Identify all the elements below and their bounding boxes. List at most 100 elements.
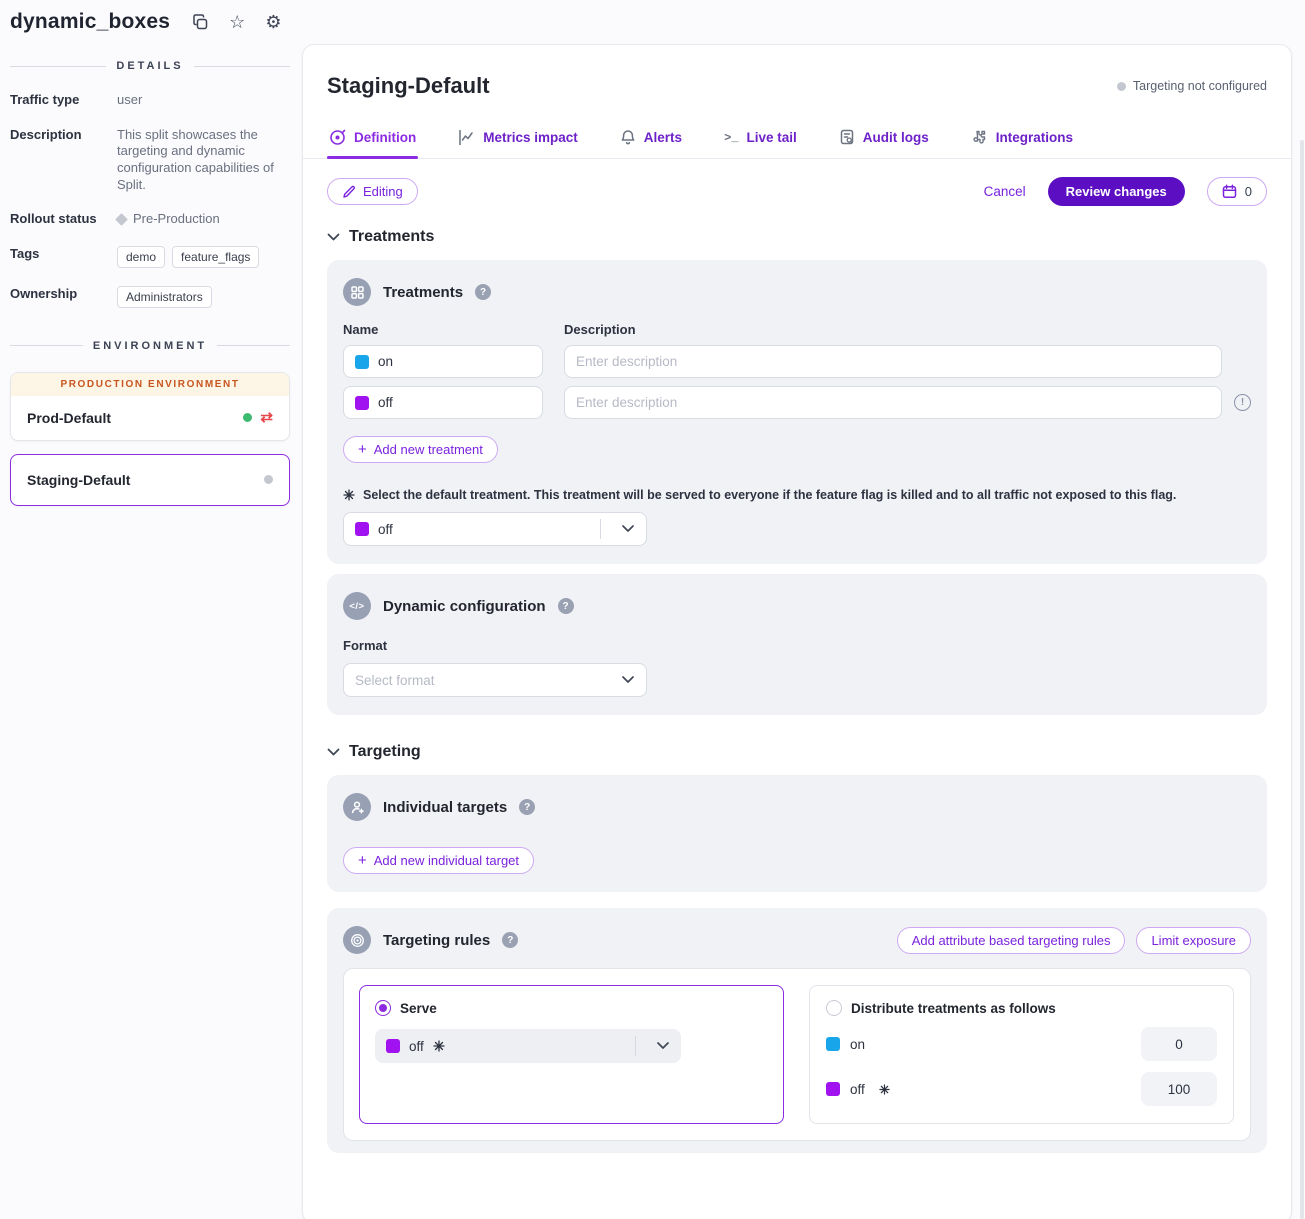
tab-audit-logs[interactable]: Audit logs (837, 119, 931, 158)
review-changes-button[interactable]: Review changes (1048, 177, 1185, 206)
description-row: Description This split showcases the tar… (10, 127, 290, 194)
distribute-option-panel: Distribute treatments as follows on off (809, 985, 1234, 1124)
env-status-dot-gray (264, 475, 273, 484)
metrics-impact-icon (458, 129, 475, 146)
serve-radio-option[interactable]: Serve (375, 1000, 768, 1016)
add-attribute-rules-button[interactable]: Add attribute based targeting rules (897, 927, 1126, 954)
default-treatment-select[interactable]: off (343, 512, 647, 546)
main-panel: Staging-Default Targeting not configured… (302, 44, 1292, 1219)
treatment-name-field[interactable] (343, 386, 543, 419)
distribute-row: off (826, 1072, 1217, 1106)
chevron-down-icon (327, 748, 340, 757)
treatments-grid-icon (343, 278, 371, 306)
gear-icon[interactable]: ⚙ (265, 13, 281, 31)
audit-logs-icon (839, 129, 855, 146)
terminal-icon: >_ (724, 131, 738, 145)
targeting-status: Targeting not configured (1117, 79, 1267, 93)
distribute-label: Distribute treatments as follows (851, 1001, 1056, 1016)
treatment-color-swatch (355, 355, 369, 369)
individual-targets-help-icon[interactable]: ? (519, 799, 535, 815)
tab-alerts[interactable]: Alerts (618, 119, 684, 158)
traffic-type-value: user (117, 92, 142, 109)
info-icon[interactable]: ! (1234, 394, 1251, 411)
targeting-rules-card: Targeting rules ? Add attribute based ta… (327, 908, 1267, 1153)
targeting-rules-title: Targeting rules (383, 932, 490, 949)
treatment-description-field[interactable] (564, 386, 1222, 419)
scrollbar[interactable] (1300, 140, 1304, 1219)
rollout-status-label: Rollout status (10, 211, 117, 228)
dynamic-configuration-title: Dynamic configuration (383, 598, 546, 615)
bell-icon (620, 129, 636, 146)
add-new-individual-target-button[interactable]: + Add new individual target (343, 847, 534, 874)
tab-live-tail[interactable]: >_ Live tail (722, 119, 799, 158)
treatment-description-field[interactable] (564, 345, 1222, 378)
traffic-type-row: Traffic type user (10, 92, 290, 109)
default-asterisk-icon (433, 1040, 445, 1052)
star-icon[interactable]: ☆ (229, 13, 245, 31)
distribute-treatment-name: on (850, 1037, 865, 1052)
add-new-treatment-button[interactable]: + Add new treatment (343, 436, 498, 463)
tag-chip[interactable]: demo (117, 246, 165, 268)
distribute-treatment-name: off (850, 1082, 865, 1097)
dynamic-configuration-card: </> Dynamic configuration ? Format Selec… (327, 574, 1267, 715)
distribute-radio-option[interactable]: Distribute treatments as follows (826, 1000, 1217, 1016)
individual-targets-title: Individual targets (383, 799, 507, 816)
chevron-down-icon (610, 676, 646, 684)
treatment-color-swatch (826, 1082, 840, 1096)
tab-definition[interactable]: Definition (327, 119, 418, 158)
default-treatment-note: Select the default treatment. This treat… (343, 488, 1251, 502)
name-column-label: Name (343, 322, 564, 337)
treatment-name-input[interactable] (378, 395, 531, 410)
default-asterisk-icon (343, 489, 355, 501)
cancel-button[interactable]: Cancel (984, 184, 1026, 199)
page-header: dynamic_boxes ☆ ⚙ (0, 0, 1305, 40)
targeting-section-toggle[interactable]: Targeting (303, 743, 1291, 761)
default-asterisk-icon (879, 1084, 890, 1095)
treatment-name-input[interactable] (378, 354, 531, 369)
serve-option-panel: Serve off (359, 985, 784, 1124)
description-value: This split showcases the targeting and d… (117, 127, 290, 194)
distribute-row: on (826, 1027, 1217, 1061)
copy-icon[interactable] (192, 14, 209, 31)
rollout-status-row: Rollout status Pre-Production (10, 211, 290, 228)
environment-item-prod-default[interactable]: Prod-Default ⇄ (11, 396, 289, 440)
distribute-percentage-input[interactable] (1141, 1027, 1217, 1061)
ownership-label: Ownership (10, 286, 117, 308)
sidebar: DETAILS Traffic type user Description Th… (0, 40, 302, 519)
rollout-diamond-icon (115, 213, 128, 226)
targeting-status-dot (1117, 82, 1126, 91)
tag-chip[interactable]: feature_flags (172, 246, 259, 268)
chevron-down-icon (610, 525, 646, 533)
individual-targets-card: Individual targets ? + Add new individua… (327, 775, 1267, 892)
serve-treatment-value: off (409, 1039, 424, 1054)
scheduled-changes-button[interactable]: 0 (1207, 177, 1267, 206)
targeting-rule-row: Serve off (343, 968, 1251, 1141)
treatment-description-input[interactable] (576, 395, 1210, 410)
editing-button[interactable]: Editing (327, 178, 418, 205)
details-heading: DETAILS (10, 60, 290, 72)
radio-selected-icon[interactable] (375, 1000, 391, 1016)
radio-unselected-icon[interactable] (826, 1000, 842, 1016)
environment-item-staging-default[interactable]: Staging-Default (11, 455, 289, 505)
treatment-description-input[interactable] (576, 354, 1210, 369)
tab-metrics-impact[interactable]: Metrics impact (456, 119, 580, 158)
chevron-down-icon (645, 1042, 681, 1050)
distribute-percentage-input[interactable] (1141, 1072, 1217, 1106)
serve-treatment-select[interactable]: off (375, 1029, 681, 1063)
treatment-name-field[interactable] (343, 345, 543, 378)
dynamic-configuration-help-icon[interactable]: ? (558, 598, 574, 614)
tab-bar: Definition Metrics impact Alerts >_ Live… (303, 119, 1291, 159)
person-add-icon (343, 793, 371, 821)
target-icon (343, 926, 371, 954)
treatments-section-toggle[interactable]: Treatments (303, 228, 1291, 246)
treatment-row: ! (343, 386, 1251, 419)
limit-exposure-button[interactable]: Limit exposure (1136, 927, 1251, 954)
rollout-status-value: Pre-Production (133, 211, 220, 228)
treatments-help-icon[interactable]: ? (475, 284, 491, 300)
format-select[interactable]: Select format (343, 663, 647, 697)
page-title: dynamic_boxes (10, 10, 170, 34)
ownership-chip[interactable]: Administrators (117, 286, 212, 308)
tab-integrations[interactable]: Integrations (969, 119, 1075, 158)
calendar-icon (1222, 184, 1237, 199)
targeting-rules-help-icon[interactable]: ? (502, 932, 518, 948)
